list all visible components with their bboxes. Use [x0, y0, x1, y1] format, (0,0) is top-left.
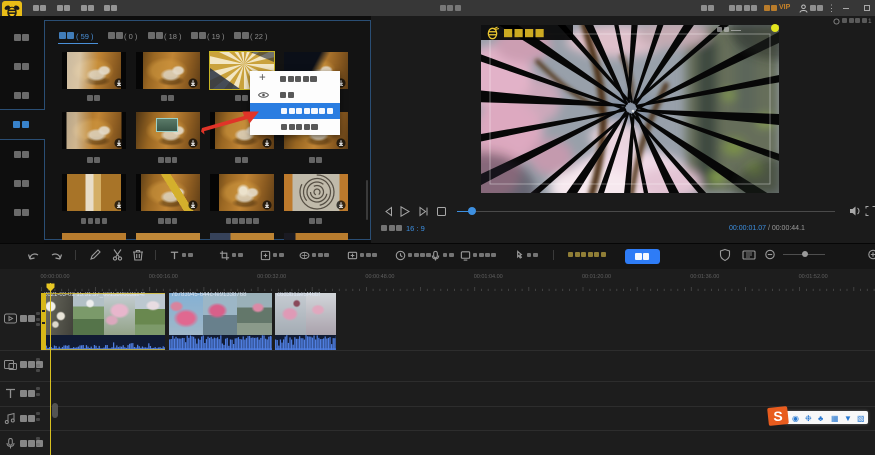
- svg-text:S: S: [773, 408, 782, 424]
